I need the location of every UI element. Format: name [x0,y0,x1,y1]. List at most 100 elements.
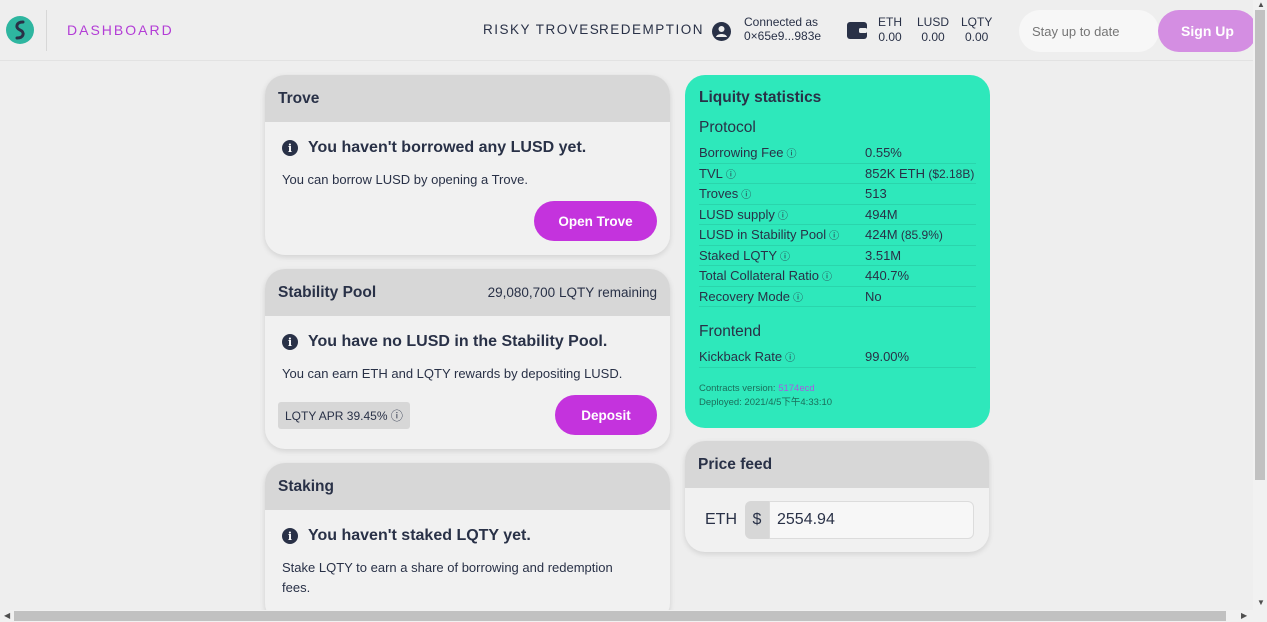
staking-card: Staking i You haven't staked LQTY yet. S… [265,463,670,622]
balance-eth-value: 0.00 [878,30,902,44]
stat-value-text: 99.00% [865,349,910,365]
liquity-logo[interactable] [6,16,34,44]
help-icon[interactable]: ⓘ [822,272,832,283]
scroll-up-icon[interactable]: ▲ [1257,0,1265,9]
balance-lqty-value: 0.00 [964,30,989,44]
staking-description: Stake LQTY to earn a share of borrowing … [282,560,613,595]
stat-value-text: 852K ETH [865,165,925,181]
horizontal-scrollbar[interactable]: ◀ ▶ [0,610,1267,622]
protocol-stat-value: 513 [865,186,887,201]
protocol-stat-row: Borrowing Fee ⓘ 0.55% [699,143,976,164]
lqty-remaining: 29,080,700 LQTY remaining [487,285,657,300]
price-feed-title: Price feed [698,455,773,473]
protocol-stat-label: Borrowing Fee ⓘ [699,145,865,160]
vertical-scrollbar[interactable]: ▲ ▼ [1253,0,1267,610]
balance-lusd-token: LUSD [917,15,950,29]
frontend-stat-row: Kickback Rate ⓘ 99.00% [699,347,976,368]
protocol-stat-value: 494M [865,207,898,222]
help-icon[interactable]: ⓘ [778,211,788,222]
protocol-stat-row: LUSD supply ⓘ 494M [699,205,976,225]
staking-card-header: Staking [265,463,670,510]
frontend-stat-value: 99.00% [865,349,909,364]
statistics-title: Liquity statistics [699,89,822,106]
protocol-stat-value: 0.55% [865,145,902,160]
stat-value-text: 440.7% [865,268,910,284]
scroll-right-icon[interactable]: ▶ [1241,611,1247,620]
protocol-stat-row: Troves ⓘ 513 [699,184,976,205]
contracts-version-link[interactable]: 5174ecd [778,383,814,394]
protocol-stat-label: Recovery Mode ⓘ [699,289,865,304]
stat-label-text: Troves [699,186,739,202]
stat-label-text: Borrowing Fee [699,145,784,161]
protocol-stat-value: 424M (85.9%) [865,227,943,242]
stat-label-text: Recovery Mode [699,288,791,304]
contracts-info: Contracts version: 5174ecd Deployed: 202… [699,382,976,410]
header-divider [46,10,47,51]
stat-value-text: 424M [865,227,898,243]
open-trove-button[interactable]: Open Trove [534,201,657,241]
price-asset-label: ETH [705,511,737,528]
frontend-stat-label: Kickback Rate ⓘ [699,349,865,364]
price-feed-card: Price feed ETH $ [685,441,989,552]
trove-description: You can borrow LUSD by opening a Trove. [282,172,528,187]
protocol-stats: Borrowing Fee ⓘ 0.55% TVL ⓘ 852K ETH ($2.18B)… [699,143,976,307]
protocol-stat-row: LUSD in Stability Pool ⓘ 424M (85.9%) [699,225,976,246]
protocol-heading: Protocol [699,119,756,136]
balance-lqty-token: LQTY [961,15,993,29]
protocol-stat-label: Troves ⓘ [699,186,865,201]
deposit-button[interactable]: Deposit [555,395,657,435]
protocol-stat-value: 440.7% [865,268,909,283]
protocol-stat-row: Total Collateral Ratio ⓘ 440.7% [699,266,976,287]
help-icon[interactable]: ⓘ [726,170,736,181]
protocol-stat-label: LUSD supply ⓘ [699,207,865,222]
eth-price-input[interactable] [769,501,974,539]
stability-pool-title: Stability Pool [278,283,377,301]
vertical-scroll-thumb[interactable] [1255,10,1265,480]
nav-redemption[interactable]: REDEMPTION [599,22,704,37]
trove-title: Trove [278,89,320,107]
balance-eth: ETH 0.00 [878,15,902,45]
help-icon[interactable]: ⓘ [741,190,751,201]
price-feed-header: Price feed [685,441,989,488]
trove-info-text: You haven't borrowed any LUSD yet. [308,139,587,156]
help-icon[interactable]: ⓘ [780,252,790,263]
lqty-apr-badge[interactable]: LQTY APR 39.45% ⓘ [278,402,410,429]
stability-pool-header: Stability Pool 29,080,700 LQTY remaining [265,269,670,316]
info-icon: i [282,140,298,156]
contracts-version-label: Contracts version: [699,382,779,394]
protocol-stat-row: TVL ⓘ 852K ETH ($2.18B) [699,164,976,184]
stat-label-text: LUSD supply [699,206,775,222]
trove-card-header: Trove [265,75,670,122]
stability-info-text: You have no LUSD in the Stability Pool. [308,333,608,350]
balance-eth-token: ETH [878,15,902,29]
help-icon[interactable]: ⓘ [785,353,795,364]
nav-dashboard[interactable]: DASHBOARD [67,22,174,38]
scroll-left-icon[interactable]: ◀ [4,611,10,620]
help-icon[interactable]: ⓘ [793,293,803,304]
protocol-stat-label: Total Collateral Ratio ⓘ [699,268,865,283]
wallet-icon [847,22,867,39]
price-currency: $ [745,501,769,539]
stat-label-text: Staked LQTY [699,247,778,263]
sign-up-button[interactable]: Sign Up [1158,10,1257,52]
horizontal-scroll-thumb[interactable] [14,611,1226,621]
account-address: 0×65e9...983e [744,29,822,43]
scroll-down-icon[interactable]: ▼ [1257,598,1265,607]
staking-info-text: You haven't staked LQTY yet. [308,527,531,544]
stat-label-text: LUSD in Stability Pool [699,227,827,243]
help-icon[interactable]: ⓘ [829,231,839,242]
help-icon[interactable]: ⓘ [787,149,797,160]
protocol-stat-label: TVL ⓘ [699,166,865,181]
protocol-stat-label: Staked LQTY ⓘ [699,248,865,263]
frontend-stats: Kickback Rate ⓘ 99.00% [699,347,976,368]
staking-title: Staking [278,477,334,495]
protocol-stat-row: Staked LQTY ⓘ 3.51M [699,246,976,266]
subscribe-email-input[interactable] [1019,10,1159,52]
stat-value-text: No [865,288,882,304]
nav-risky-troves[interactable]: RISKY TROVES [483,22,600,37]
protocol-stat-value: No [865,289,882,304]
stat-value-text: 513 [865,186,887,202]
trove-card: Trove i You haven't borrowed any LUSD ye… [265,75,670,255]
deployed-date: Deployed: 2021/4/5下午4:33:10 [699,396,833,408]
stat-label-text: TVL [699,165,723,181]
